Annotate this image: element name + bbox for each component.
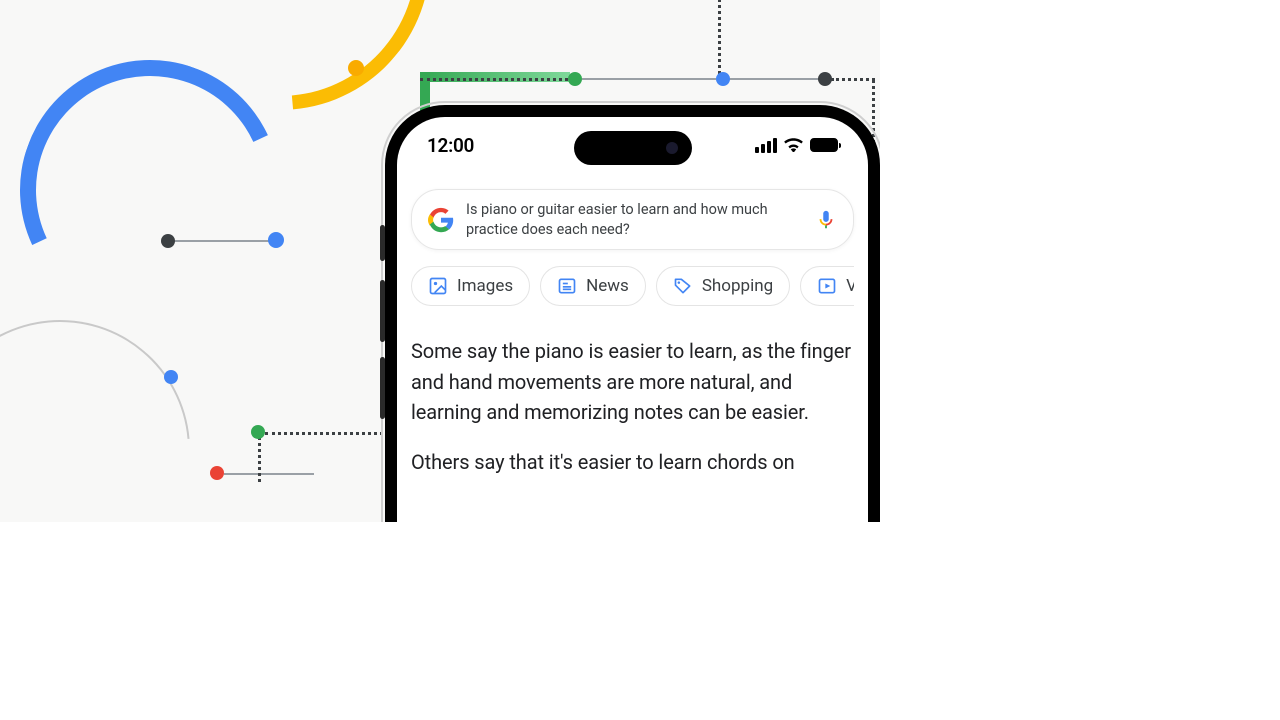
decorative-dot [818,72,832,86]
status-icons [755,138,838,153]
decorative-line [174,240,270,242]
decorative-dot [161,234,175,248]
chip-news[interactable]: News [540,266,646,306]
phone-screen: 12:00 [397,117,868,522]
decorative-dotted-line [718,0,721,74]
decorative-dotted-line [265,432,395,435]
decorative-dot [568,72,582,86]
play-icon [817,276,837,296]
phone-volume-up-button [380,280,385,342]
decorative-dotted-line [831,78,875,81]
decorative-dot [210,466,224,480]
wifi-icon [784,138,803,152]
decorative-background: 12:00 [0,0,880,522]
microphone-icon[interactable] [815,209,837,231]
phone-frame: 12:00 [385,105,880,522]
decorative-line [224,473,314,475]
chip-shopping[interactable]: Shopping [656,266,790,306]
phone-side-button [380,225,385,261]
news-icon [557,276,577,296]
decorative-dot [251,425,265,439]
battery-icon [810,138,838,152]
chip-label: Vide [846,276,854,296]
result-paragraph: Others say that it's easier to learn cho… [411,447,854,477]
tag-icon [673,276,693,296]
chip-label: News [586,276,629,296]
phone-volume-down-button [380,357,385,419]
chip-images[interactable]: Images [411,266,530,306]
decorative-dotted-line [258,432,261,482]
decorative-line [728,78,820,80]
filter-chips-row: Images News Shopping Vide [411,266,854,306]
chip-videos[interactable]: Vide [800,266,854,306]
decorative-dot [268,232,284,248]
decorative-dot [164,370,178,384]
decorative-dot [348,60,364,76]
decorative-dot [716,72,730,86]
cellular-signal-icon [755,138,777,153]
chip-label: Shopping [702,276,773,296]
search-result-text: Some say the piano is easier to learn, a… [411,336,854,478]
decorative-dotted-line [420,78,568,81]
google-logo-icon [428,207,454,233]
search-box[interactable]: Is piano or guitar easier to learn and h… [411,189,854,250]
decorative-line [582,78,716,80]
status-bar: 12:00 [397,117,868,173]
result-paragraph: Some say the piano is easier to learn, a… [411,336,854,427]
image-icon [428,276,448,296]
chip-label: Images [457,276,513,296]
status-time: 12:00 [427,134,474,157]
search-query-text: Is piano or guitar easier to learn and h… [466,200,803,239]
